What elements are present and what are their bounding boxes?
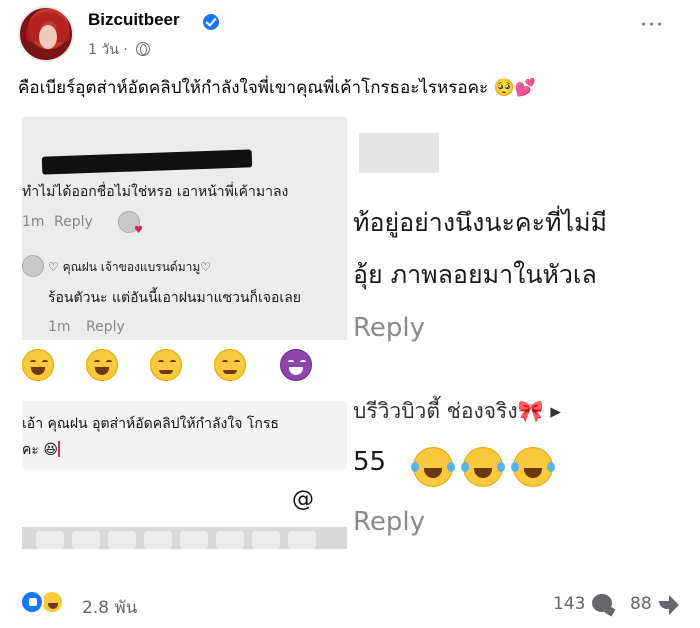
verified-badge-icon [203,14,219,30]
comment-count[interactable]: 143 [553,594,585,614]
keyboard-key[interactable] [72,531,100,549]
keyboard-key[interactable] [36,531,64,549]
reaction-count[interactable]: 2.8 พัน [82,594,137,621]
relieved-emoji-icon[interactable] [214,349,246,381]
post-caption: คือเบียร์อุตส่าห์อัดคลิปให้กำลังใจพี่เขา… [18,78,536,98]
right-line2: อุ้ย ภาพลอยมาในหัวเล [353,260,597,289]
comment2-reply[interactable]: Reply [86,319,125,335]
comment1-reply[interactable]: Reply [54,214,93,230]
comments-panel: ทำไม่ได้ออกชื่อไม่ใช่หรอ เอาหน้าพี่เค้าม… [22,117,347,340]
author-avatar[interactable] [18,6,74,62]
text-caret [57,441,60,457]
keyboard-key[interactable] [108,531,136,549]
author-name[interactable]: Bizcuitbeer [88,10,180,30]
emoji-picker-row [22,349,347,389]
right-line1: ท้อยู่อย่างนึงนะคะที่ไม่มี [353,208,608,237]
redacted-name-bar [41,149,253,175]
keyboard-key[interactable] [216,531,244,549]
mention-button[interactable]: @ [292,487,314,512]
screenshot-left: ทำไม่ได้ออกชื่อไม่ใช่หรอ เอาหน้าพี่เค้าม… [22,117,347,549]
keyboard-key[interactable] [180,531,208,549]
screenshot-right: ท้อยู่อย่างนึงนะคะที่ไม่มี อุ้ย ภาพลอยมา… [349,117,682,557]
compose-line1: เอ้า คุณฝน อุตส่าห์อัดคลิปให้กำลังใจ โกร… [22,416,279,432]
right-commenter: บรีวิวบิวตี้ ช่องจริง🎀 ▸ [353,399,561,423]
comment2-time: 1m [48,319,71,335]
laughing-tears-emoji-icon [461,447,505,487]
blurred-avatar [359,133,439,173]
comment1-time: 1m [22,214,45,230]
keyboard-key[interactable] [288,531,316,549]
keyboard-key[interactable] [252,531,280,549]
globe-icon [136,42,151,56]
smiling-devil-emoji-icon[interactable] [280,349,312,381]
laughing-tears-emoji-icon[interactable] [22,349,54,381]
avatar-face [39,25,57,49]
more-options-icon[interactable]: ··· [640,15,664,37]
keyboard-strip [22,527,347,549]
compose-line2: คะ 😆 [22,441,60,458]
laugh-text: 55 [353,447,387,477]
right-reply2[interactable]: Reply [353,507,425,537]
comment2-name: ♡ คุณฝน เจ้าของแบรนด์มามู♡ [48,260,212,274]
comment-icon[interactable] [592,594,612,612]
laughing-tears-emoji-icon [511,447,555,487]
blush-smile-emoji-icon[interactable] [150,349,182,381]
like-reaction-icon[interactable] [20,590,44,614]
post-media[interactable]: ทำไม่ได้ออกชื่อไม่ใช่หรอ เอาหน้าพี่เค้าม… [18,117,682,557]
share-icon[interactable] [659,595,679,615]
post-meta: 1 วัน · [88,39,151,61]
comment1-text: ทำไม่ได้ออกชื่อไม่ใช่หรอ เอาหน้าพี่เค้าม… [22,184,289,200]
comment-compose-box[interactable]: เอ้า คุณฝน อุตส่าห์อัดคลิปให้กำลังใจ โกร… [22,401,347,469]
sweat-smile-emoji-icon[interactable] [86,349,118,381]
share-count[interactable]: 88 [630,594,652,614]
right-reply1[interactable]: Reply [353,313,425,343]
commenter-avatar [22,255,44,277]
heart-icon: ♥ [134,225,143,236]
post-footer: 2.8 พัน 143 88 [18,586,682,620]
laughing-tears-emoji-icon [411,447,455,487]
comment2-text: ร้อนตัวนะ แต่อันนี้เอาฝนมาแซวนก็เจอเลย [48,290,301,306]
keyboard-key[interactable] [144,531,172,549]
post-header: Bizcuitbeer 1 วัน · ··· [18,6,678,64]
post-time[interactable]: 1 วัน · [88,42,128,58]
